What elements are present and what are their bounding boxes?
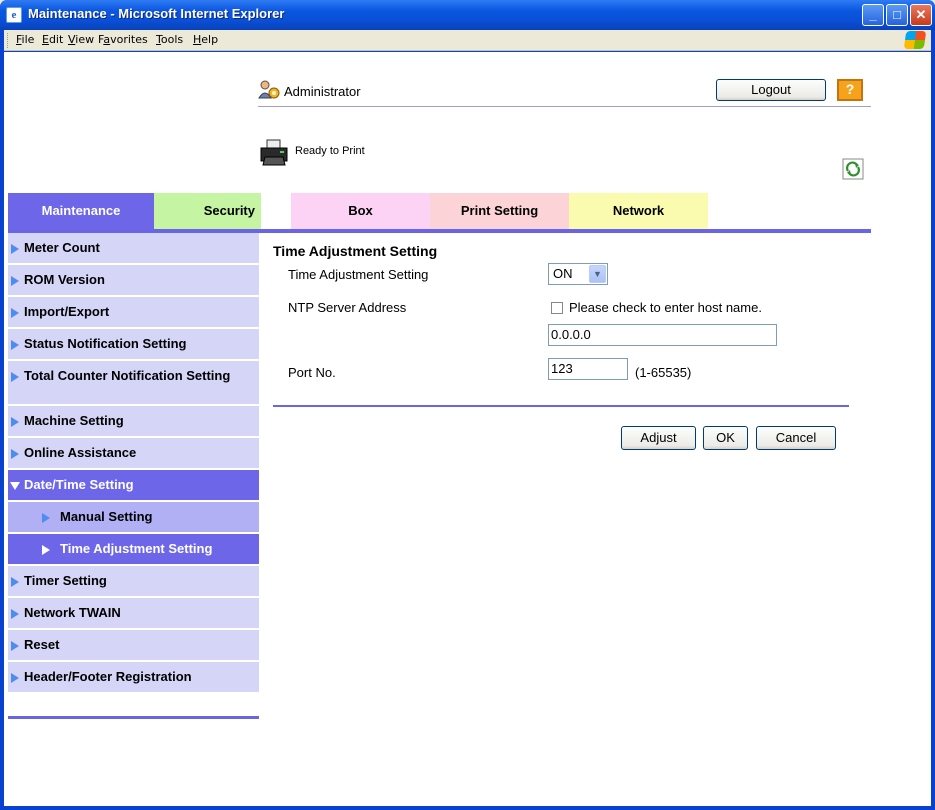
tab-network[interactable]: Network (569, 193, 708, 229)
menu-view[interactable]: View (68, 33, 94, 46)
sidebar-item-status-notification[interactable]: Status Notification Setting (8, 329, 259, 361)
triangle-right-icon (11, 673, 19, 683)
browser-window: e Maintenance - Microsoft Internet Explo… (0, 0, 935, 810)
sidebar-item-meter-count[interactable]: Meter Count (8, 233, 259, 265)
sidebar-item-label: Time Adjustment Setting (60, 541, 213, 556)
sidebar-item-label: ROM Version (24, 272, 105, 287)
ntp-server-label: NTP Server Address (288, 300, 407, 315)
logout-button[interactable]: Logout (716, 79, 826, 101)
tab-label: Maintenance (41, 203, 121, 218)
triangle-right-icon (11, 244, 19, 254)
sidebar-item-rom-version[interactable]: ROM Version (8, 265, 259, 297)
triangle-right-icon (11, 308, 19, 318)
triangle-right-icon (11, 577, 19, 587)
sidebar-item-machine-setting[interactable]: Machine Setting (8, 406, 259, 438)
sidebar-item-label: Meter Count (24, 240, 100, 255)
sidebar-item-label: Date/Time Setting (24, 477, 134, 492)
printer-icon (260, 139, 288, 166)
sidebar: Meter Count ROM Version Import/Export St… (8, 233, 259, 694)
port-input[interactable]: 123 (548, 358, 628, 380)
sidebar-item-reset[interactable]: Reset (8, 630, 259, 662)
sidebar-item-date-time-setting[interactable]: Date/Time Setting (8, 470, 259, 502)
main-tabs: Maintenance Security Box Print Setting N… (8, 193, 868, 229)
sidebar-divider (8, 716, 259, 719)
menu-grip (7, 33, 10, 48)
host-name-checkbox[interactable] (551, 302, 563, 314)
user-label: Administrator (284, 84, 361, 99)
cancel-button[interactable]: Cancel (756, 426, 836, 450)
triangle-down-icon (10, 482, 20, 490)
page-content: Administrator Logout ? Ready to Print Ma… (4, 52, 931, 806)
windows-logo-icon (903, 31, 927, 49)
sidebar-item-label: Import/Export (24, 304, 110, 319)
printer-status: Ready to Print (295, 145, 365, 157)
sidebar-item-timer-setting[interactable]: Timer Setting (8, 566, 259, 598)
sidebar-item-label: Machine Setting (24, 413, 124, 428)
maximize-button[interactable]: □ (886, 4, 908, 26)
sidebar-item-label: Reset (24, 637, 60, 652)
triangle-right-icon (11, 449, 19, 459)
sidebar-item-manual-setting[interactable]: Manual Setting (8, 502, 259, 534)
sidebar-item-label: Header/Footer Registration (24, 669, 192, 684)
tab-print-setting[interactable]: Print Setting (430, 193, 569, 229)
ntp-server-input[interactable]: 0.0.0.0 (548, 324, 777, 346)
triangle-right-icon (11, 641, 19, 651)
time-adjustment-select[interactable]: ON ▼ (548, 263, 608, 285)
sidebar-item-header-footer-registration[interactable]: Header/Footer Registration (8, 662, 259, 694)
time-adjustment-label: Time Adjustment Setting (288, 267, 429, 282)
sidebar-item-label: Network TWAIN (24, 605, 121, 620)
menu-tools[interactable]: Tools (156, 33, 183, 46)
window-title: Maintenance - Microsoft Internet Explore… (28, 6, 285, 21)
chevron-down-icon[interactable]: ▼ (589, 265, 606, 283)
triangle-right-icon (42, 545, 50, 555)
sidebar-item-label: Online Assistance (24, 445, 137, 460)
sidebar-item-online-assistance[interactable]: Online Assistance (8, 438, 259, 470)
sidebar-item-total-counter-notification[interactable]: Total Counter Notification Setting (8, 361, 259, 406)
tab-security[interactable]: Security (154, 193, 261, 229)
refresh-icon[interactable] (842, 158, 864, 180)
page-title: Time Adjustment Setting (273, 243, 438, 259)
triangle-right-icon (11, 609, 19, 619)
close-button[interactable]: ✕ (910, 4, 932, 26)
ie-icon: e (6, 7, 22, 23)
help-button[interactable]: ? (837, 79, 863, 101)
menu-favorites[interactable]: Favorites (98, 33, 148, 46)
menu-edit[interactable]: Edit (42, 33, 63, 46)
triangle-right-icon (11, 276, 19, 286)
menu-help[interactable]: Help (193, 33, 218, 46)
sidebar-item-import-export[interactable]: Import/Export (8, 297, 259, 329)
triangle-right-icon (42, 513, 50, 523)
sidebar-item-label: Status Notification Setting (24, 336, 187, 351)
ok-button[interactable]: OK (703, 426, 748, 450)
triangle-right-icon (11, 340, 19, 350)
triangle-right-icon (11, 417, 19, 427)
minimize-button[interactable]: _ (862, 4, 884, 26)
title-bar: e Maintenance - Microsoft Internet Explo… (0, 0, 935, 30)
adjust-button[interactable]: Adjust (621, 426, 696, 450)
tab-maintenance[interactable]: Maintenance (8, 193, 154, 229)
port-range-label: (1-65535) (635, 365, 692, 380)
sidebar-item-network-twain[interactable]: Network TWAIN (8, 598, 259, 630)
tab-box[interactable]: Box (291, 193, 430, 229)
tab-label: Box (348, 203, 373, 218)
header-divider (258, 106, 871, 107)
tab-label: Security (203, 203, 255, 218)
tab-label: Network (612, 203, 665, 218)
port-label: Port No. (288, 365, 336, 380)
sidebar-item-label: Timer Setting (24, 573, 107, 588)
host-name-checkbox-label: Please check to enter host name. (569, 300, 762, 315)
sidebar-item-label: Total Counter Notification Setting (24, 368, 231, 383)
menu-bar: File Edit View Favorites Tools Help (4, 30, 931, 51)
triangle-right-icon (11, 372, 19, 382)
menu-file[interactable]: File (16, 33, 34, 46)
sidebar-item-label: Manual Setting (60, 509, 153, 524)
form-divider (273, 405, 849, 407)
sidebar-item-time-adjustment-setting[interactable]: Time Adjustment Setting (8, 534, 259, 566)
administrator-icon (258, 80, 280, 99)
select-value: ON (553, 266, 573, 281)
tab-label: Print Setting (460, 203, 539, 218)
